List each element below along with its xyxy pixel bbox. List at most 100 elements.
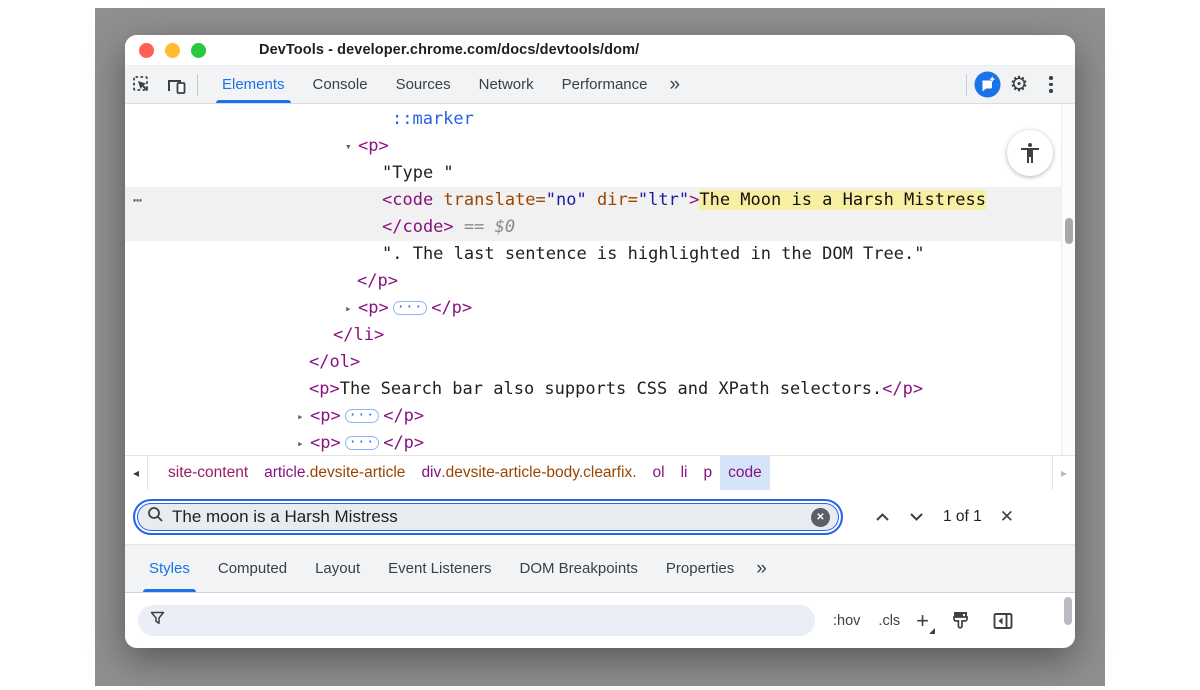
dom-tree-scrollbar-thumb[interactable]: [1065, 218, 1073, 244]
device-toolbar-icon[interactable]: [159, 66, 193, 103]
accessibility-icon[interactable]: [1007, 130, 1053, 176]
dom-tree-row[interactable]: ▸<p> ··· </p>: [125, 430, 1061, 455]
breadcrumb: ◂ site-contentarticle.devsite-articlediv…: [125, 455, 1075, 490]
breadcrumb-part: .devsite-article-body.clearfix.: [441, 464, 636, 482]
search-result-count: 1 of 1: [943, 508, 982, 526]
dom-tree-scrollbar[interactable]: [1061, 104, 1075, 455]
dom-token: <p>: [310, 433, 341, 453]
expander-arrow-icon[interactable]: ▸: [345, 295, 358, 322]
dom-token: </code>: [382, 217, 454, 237]
dom-token: "Type ": [382, 163, 454, 183]
dom-tree-row[interactable]: ▾<p>: [125, 133, 1061, 160]
row-options-dots-icon[interactable]: ⋯: [133, 187, 143, 214]
tab-properties[interactable]: Properties: [652, 545, 748, 592]
styles-scrollbar-thumb[interactable]: [1064, 597, 1072, 625]
next-match-icon[interactable]: [899, 502, 933, 532]
dom-tree-row[interactable]: ". The last sentence is highlighted in t…: [125, 241, 1061, 268]
tab-network[interactable]: Network: [465, 66, 548, 103]
dom-tree-row[interactable]: ▸<p>···</p>: [125, 295, 1061, 322]
tab-layout[interactable]: Layout: [301, 545, 374, 592]
search-field[interactable]: ✕: [133, 499, 843, 535]
breadcrumb-part: div: [421, 464, 441, 482]
filter-funnel-icon: [150, 611, 165, 630]
dom-token: </p>: [383, 433, 424, 453]
styles-filter-input[interactable]: [173, 612, 815, 629]
kebab-menu-icon[interactable]: [1035, 69, 1067, 101]
dom-tree-row[interactable]: ⋯<code translate="no" dir="ltr">The Moon…: [125, 187, 1061, 214]
dom-token: </p>: [357, 271, 398, 291]
collapsed-content-icon[interactable]: ···: [345, 436, 379, 450]
breadcrumb-item[interactable]: ol: [645, 456, 673, 490]
breadcrumb-item[interactable]: li: [673, 456, 696, 490]
tab-computed[interactable]: Computed: [204, 545, 301, 592]
breadcrumb-item[interactable]: code: [720, 456, 770, 490]
styles-sidebar-tabs: Styles Computed Layout Event Listeners D…: [125, 545, 1075, 593]
dom-tree-panel: ::marker▾<p>"Type "⋯<code translate="no"…: [125, 104, 1061, 455]
devtools-window: DevTools - developer.chrome.com/docs/dev…: [125, 35, 1075, 648]
dom-tree-row[interactable]: ▸<p> ··· </p>: [125, 403, 1061, 430]
breadcrumb-item[interactable]: article.devsite-article: [256, 456, 413, 490]
dom-tree-row[interactable]: </code> == $0: [125, 214, 1061, 241]
toolbar-right-divider: [966, 74, 967, 96]
styles-filter-bar: :hov .cls +: [125, 593, 1075, 648]
more-subtabs-icon[interactable]: »: [748, 545, 775, 592]
toolbar-right: ⚙: [962, 66, 1075, 103]
breadcrumb-part: site-content: [168, 464, 248, 482]
inspect-element-icon[interactable]: [125, 66, 159, 103]
dock-panel-icon[interactable]: [992, 611, 1014, 631]
tab-styles[interactable]: Styles: [135, 545, 204, 592]
expander-arrow-icon[interactable]: ▾: [345, 133, 358, 160]
search-input[interactable]: [172, 507, 811, 527]
breadcrumb-right-arrow[interactable]: ▸: [1052, 456, 1075, 490]
expander-arrow-icon[interactable]: ▸: [297, 430, 310, 455]
dom-token: <p>: [358, 298, 389, 318]
breadcrumb-part: ol: [653, 464, 665, 482]
breadcrumb-item[interactable]: site-content: [160, 456, 256, 490]
rendering-brush-icon[interactable]: [949, 609, 972, 632]
tab-performance[interactable]: Performance: [548, 66, 662, 103]
previous-match-icon[interactable]: [865, 502, 899, 532]
dom-tree-row[interactable]: "Type ": [125, 160, 1061, 187]
ai-assistance-icon[interactable]: [971, 69, 1003, 101]
tab-elements[interactable]: Elements: [208, 66, 299, 103]
tab-event-listeners[interactable]: Event Listeners: [374, 545, 505, 592]
toggle-element-state-button[interactable]: :hov: [833, 613, 860, 629]
breadcrumb-item[interactable]: p: [696, 456, 721, 490]
dom-token: ::marker: [392, 109, 474, 129]
clear-search-icon[interactable]: ✕: [811, 508, 830, 527]
tab-sources[interactable]: Sources: [382, 66, 465, 103]
dom-tree-row[interactable]: </li>: [125, 322, 1061, 349]
breadcrumb-part: code: [728, 464, 762, 482]
minimize-window-button[interactable]: [165, 43, 180, 58]
tab-console[interactable]: Console: [299, 66, 382, 103]
close-search-icon[interactable]: ✕: [1000, 507, 1014, 527]
settings-gear-icon[interactable]: ⚙: [1003, 69, 1035, 101]
collapsed-content-icon[interactable]: ···: [345, 409, 379, 423]
breadcrumb-item[interactable]: div.devsite-article-body.clearfix.: [413, 456, 644, 490]
traffic-lights: [139, 43, 206, 58]
collapsed-content-icon[interactable]: ···: [393, 301, 427, 315]
styles-filter-field[interactable]: [138, 605, 815, 636]
breadcrumb-part: li: [681, 464, 688, 482]
more-tabs-icon[interactable]: »: [662, 66, 689, 103]
expander-arrow-icon[interactable]: ▸: [297, 403, 310, 430]
dom-search-bar: ✕ 1 of 1 ✕: [125, 490, 1075, 545]
element-classes-button[interactable]: .cls: [878, 613, 900, 629]
close-window-button[interactable]: [139, 43, 154, 58]
breadcrumb-left-arrow[interactable]: ◂: [125, 456, 148, 490]
zoom-window-button[interactable]: [191, 43, 206, 58]
search-icon: [147, 506, 164, 528]
dom-tree-row[interactable]: </p>: [125, 268, 1061, 295]
dom-tree-row[interactable]: <p>The Search bar also supports CSS and …: [125, 376, 1061, 403]
tab-dom-breakpoints[interactable]: DOM Breakpoints: [506, 545, 652, 592]
toolbar-divider: [197, 74, 198, 96]
title-bar: DevTools - developer.chrome.com/docs/dev…: [125, 35, 1075, 66]
dom-tree-row[interactable]: ::marker: [125, 106, 1061, 133]
dom-tree-row[interactable]: </ol>: [125, 349, 1061, 376]
dom-token: >: [689, 190, 699, 210]
dom-token: </p>: [383, 406, 424, 426]
new-style-rule-button[interactable]: +: [916, 610, 929, 632]
dom-token: <p>: [358, 136, 389, 156]
dom-token: "ltr": [638, 190, 689, 210]
dom-token: <p>: [310, 406, 341, 426]
